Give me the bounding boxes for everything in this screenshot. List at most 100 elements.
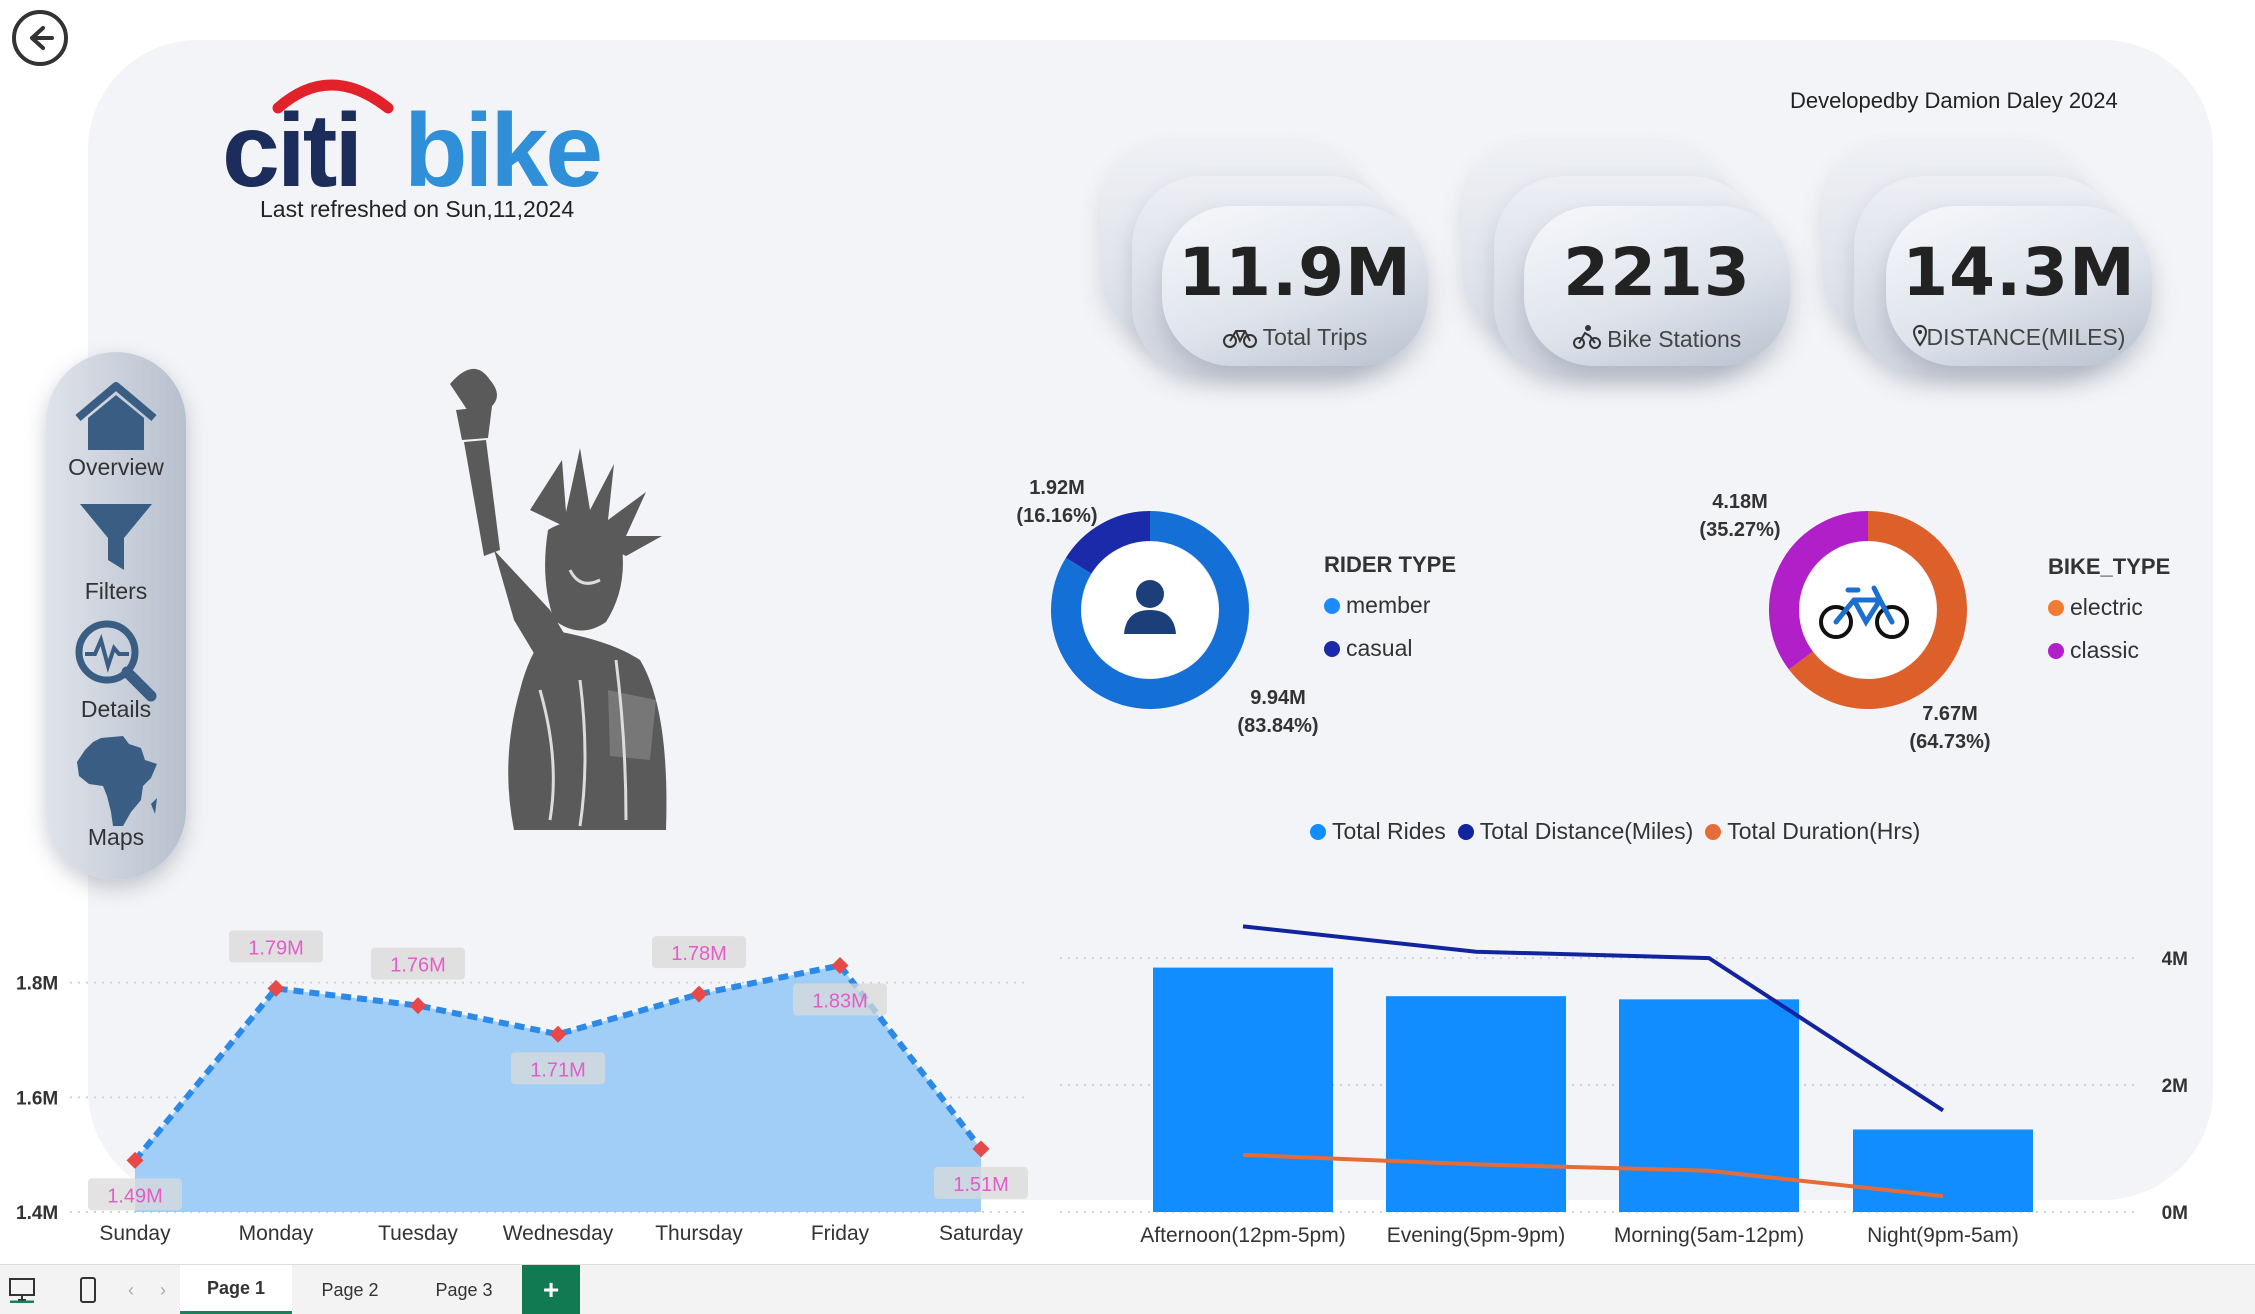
legend-item-casual[interactable]: casual [1324, 635, 1456, 662]
x-tick-label: Evening(5pm-9pm) [1387, 1224, 1566, 1247]
location-pin-icon [1912, 324, 1927, 347]
legend-label: Total Duration(Hrs) [1727, 818, 1921, 844]
data-label: 1.49M [107, 1185, 163, 1207]
bar[interactable] [1619, 999, 1799, 1212]
data-label: 1.71M [530, 1059, 586, 1081]
x-tick-label: Saturday [939, 1222, 1024, 1245]
donut-label-value: 4.18M [1712, 491, 1768, 513]
brand-bike-text: bike [404, 93, 600, 198]
desktop-view-icon[interactable] [4, 1265, 40, 1314]
kpi-label: Bike Stations [1607, 326, 1742, 352]
x-tick-label: Monday [239, 1222, 314, 1245]
mobile-view-icon[interactable] [70, 1265, 106, 1314]
time-of-day-combo-chart[interactable]: 0M 2M 4M Afternoon(12pm-5pm) Evening(5pm-9pm… [1040, 880, 2240, 1258]
add-page-button[interactable]: + [522, 1265, 580, 1314]
x-tick-label: Night(9pm-5am) [1867, 1224, 2019, 1247]
tab-page-1[interactable]: Page 1 [180, 1265, 292, 1314]
home-icon [75, 382, 157, 450]
combo-chart-legend: Total Rides Total Distance(Miles) Total … [1310, 818, 1920, 845]
nav-filters[interactable]: Filters [46, 500, 186, 605]
donut-label-pct: (64.73%) [1909, 731, 1991, 753]
legend-item-total-rides[interactable]: Total Rides [1310, 818, 1446, 845]
x-tick-label: Thursday [655, 1222, 743, 1245]
bar[interactable] [1853, 1129, 2033, 1212]
nav-label: Overview [68, 454, 164, 480]
tab-scroll-left-icon[interactable]: ‹ [120, 1265, 142, 1314]
page-tab-bar: ‹ › Page 1 Page 2 Page 3 + [0, 1264, 2255, 1314]
kpi-distance-miles: 14.3M DISTANCE(MILES) [1886, 206, 2152, 366]
donut-label-value: 1.92M [1029, 477, 1085, 499]
legend-swatch [1310, 823, 1326, 840]
nav-overview[interactable]: Overview [46, 380, 186, 481]
donut-label-pct: (83.84%) [1237, 715, 1319, 737]
kpi-total-trips: 11.9M Total Trips [1162, 206, 1428, 366]
distance-line[interactable] [1242, 924, 1945, 1113]
kpi-value: 14.3M [1902, 234, 2136, 311]
legend-item-total-distance[interactable]: Total Distance(Miles) [1457, 818, 1694, 845]
donut-label-value: 7.67M [1922, 703, 1978, 725]
brand-citi-text: citi [222, 93, 360, 198]
donut-label-pct: (35.27%) [1699, 519, 1781, 541]
legend-swatch [1457, 823, 1474, 840]
nav-label: Filters [84, 578, 148, 604]
nav-label: Maps [87, 824, 145, 850]
rider-icon [1572, 325, 1601, 349]
electric-bike-icon [1818, 580, 1910, 642]
duration-line[interactable] [1242, 1152, 1944, 1199]
legend-label: classic [2070, 637, 2140, 663]
y-tick-label: 1.6M [16, 1088, 58, 1109]
bar[interactable] [1386, 996, 1566, 1212]
nav-maps[interactable]: Maps [46, 734, 186, 851]
nav-label: Details [80, 696, 152, 722]
legend-swatch [2048, 599, 2064, 616]
side-navigation: Overview Filters Details Maps [46, 352, 186, 880]
legend-item-member[interactable]: member [1324, 592, 1456, 619]
x-tick-label: Friday [811, 1222, 870, 1245]
legend-item-electric[interactable]: electric [2048, 594, 2170, 621]
kpi-value: 11.9M [1178, 234, 1412, 311]
bar[interactable] [1153, 967, 1333, 1212]
x-tick-label: Sunday [99, 1222, 171, 1245]
data-label: 1.51M [953, 1174, 1009, 1196]
nav-details[interactable]: Details [46, 618, 186, 723]
citibike-logo: citi bike [222, 68, 642, 209]
legend-label: Total Distance(Miles) [1479, 818, 1694, 844]
y-tick-label: 1.8M [16, 974, 58, 995]
rider-type-legend: RIDER TYPE member casual [1324, 552, 1456, 662]
donut-label-value: 9.94M [1250, 687, 1306, 709]
legend-swatch [2048, 642, 2064, 659]
legend-label: electric [2070, 594, 2143, 620]
x-tick-label: Afternoon(12pm-5pm) [1140, 1224, 1345, 1247]
tab-scroll-right-icon[interactable]: › [152, 1265, 174, 1314]
back-arrow-icon[interactable] [12, 10, 68, 66]
bike-type-legend: BIKE_TYPE electric classic [2048, 554, 2170, 664]
x-tick-label: Morning(5am-12pm) [1614, 1224, 1804, 1247]
data-label: 1.83M [812, 990, 868, 1012]
person-avatar-icon [1120, 574, 1180, 634]
x-tick-label: Wednesday [503, 1222, 614, 1245]
day-of-week-area-chart[interactable]: 1.4M 1.6M 1.8M 1.49M Sunday 1.79M Monday 1.76M T… [0, 900, 1040, 1258]
tab-page-3[interactable]: Page 3 [408, 1265, 520, 1314]
y-tick-label: 2M [2162, 1076, 2188, 1097]
legend-title: BIKE_TYPE [2048, 554, 2171, 579]
data-label: 1.76M [390, 955, 446, 977]
y-tick-label: 4M [2162, 949, 2188, 970]
legend-label: member [1346, 592, 1431, 618]
kpi-label: DISTANCE(MILES) [1926, 324, 2126, 350]
data-label: 1.79M [248, 937, 304, 959]
kpi-value: 2213 [1563, 234, 1751, 311]
funnel-icon [80, 504, 152, 570]
y-tick-label: 1.4M [16, 1203, 58, 1224]
legend-item-total-duration[interactable]: Total Duration(Hrs) [1705, 818, 1920, 845]
legend-label: Total Rides [1332, 818, 1446, 844]
x-tick-label: Tuesday [378, 1222, 458, 1245]
magnifier-pulse-icon [75, 620, 157, 702]
kpi-label: Total Trips [1262, 324, 1368, 350]
africa-map-icon [77, 736, 157, 826]
tab-page-2[interactable]: Page 2 [294, 1265, 406, 1314]
legend-swatch [1705, 823, 1722, 840]
y-tick-label: 0M [2162, 1203, 2188, 1224]
developer-credit: Developedby Damion Daley 2024 [1790, 88, 2118, 113]
legend-item-classic[interactable]: classic [2048, 637, 2170, 664]
legend-label: casual [1346, 635, 1413, 661]
